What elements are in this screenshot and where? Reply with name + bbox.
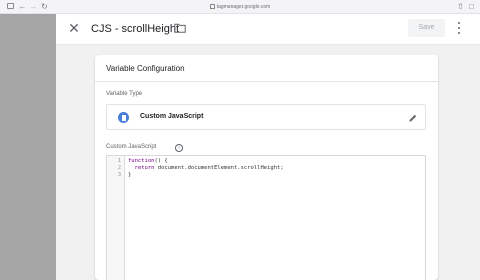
forward-arrow-icon[interactable]: → [29, 2, 38, 11]
back-arrow-icon[interactable]: ← [18, 2, 27, 11]
variable-type-label: Variable Type [106, 91, 143, 97]
code-line-3[interactable]: } [128, 172, 131, 179]
code-editor[interactable]: 1 2 3 function() { return document.docum… [106, 155, 426, 280]
help-icon[interactable]: ? [175, 144, 183, 152]
sidebar-toggle-icon[interactable] [7, 3, 14, 9]
variable-editor-panel: ✕ CJS - scrollHeight Save Variable Confi… [56, 14, 480, 280]
address-bar[interactable]: tagmanager.google.com [200, 2, 280, 12]
variable-configuration-card: Variable Configuration Variable Type Cus… [95, 55, 438, 280]
code-line-1[interactable]: function() { [128, 158, 168, 165]
code-keyword: return [134, 165, 155, 171]
editor-header: ✕ CJS - scrollHeight Save [56, 14, 480, 45]
divider [95, 81, 438, 82]
card-title: Variable Configuration [106, 64, 185, 73]
pencil-edit-icon[interactable] [408, 113, 418, 123]
custom-javascript-label: Custom JavaScript [106, 144, 157, 150]
code-text: () { [154, 158, 168, 164]
line-number: 2 [117, 165, 121, 171]
save-button[interactable]: Save [408, 19, 445, 37]
tabs-overview-icon[interactable]: □ [467, 2, 476, 11]
code-line-2[interactable]: return document.documentElement.scrollHe… [128, 165, 284, 172]
left-overlay-panel [0, 14, 56, 280]
code-keyword: function [128, 158, 155, 164]
line-number: 1 [117, 158, 121, 164]
close-icon[interactable]: ✕ [68, 21, 80, 35]
share-icon[interactable]: ⇧ [456, 2, 465, 11]
more-options-icon[interactable] [455, 21, 463, 35]
variable-type-selector[interactable]: Custom JavaScript [106, 104, 426, 130]
variable-type-name: Custom JavaScript [140, 113, 204, 120]
page-title[interactable]: CJS - scrollHeight [91, 22, 179, 36]
lock-icon [209, 4, 215, 10]
reload-icon[interactable]: ↻ [40, 2, 49, 11]
url-text: tagmanager.google.com [216, 4, 271, 10]
folder-icon[interactable] [174, 23, 186, 33]
code-text: document.documentElement.scrollHeight; [154, 165, 284, 171]
line-number: 3 [117, 172, 121, 178]
browser-toolbar: ← → ↻ tagmanager.google.com ⇧ □ [0, 0, 480, 14]
custom-javascript-icon [118, 112, 129, 123]
line-number-gutter: 1 2 3 [107, 156, 125, 280]
